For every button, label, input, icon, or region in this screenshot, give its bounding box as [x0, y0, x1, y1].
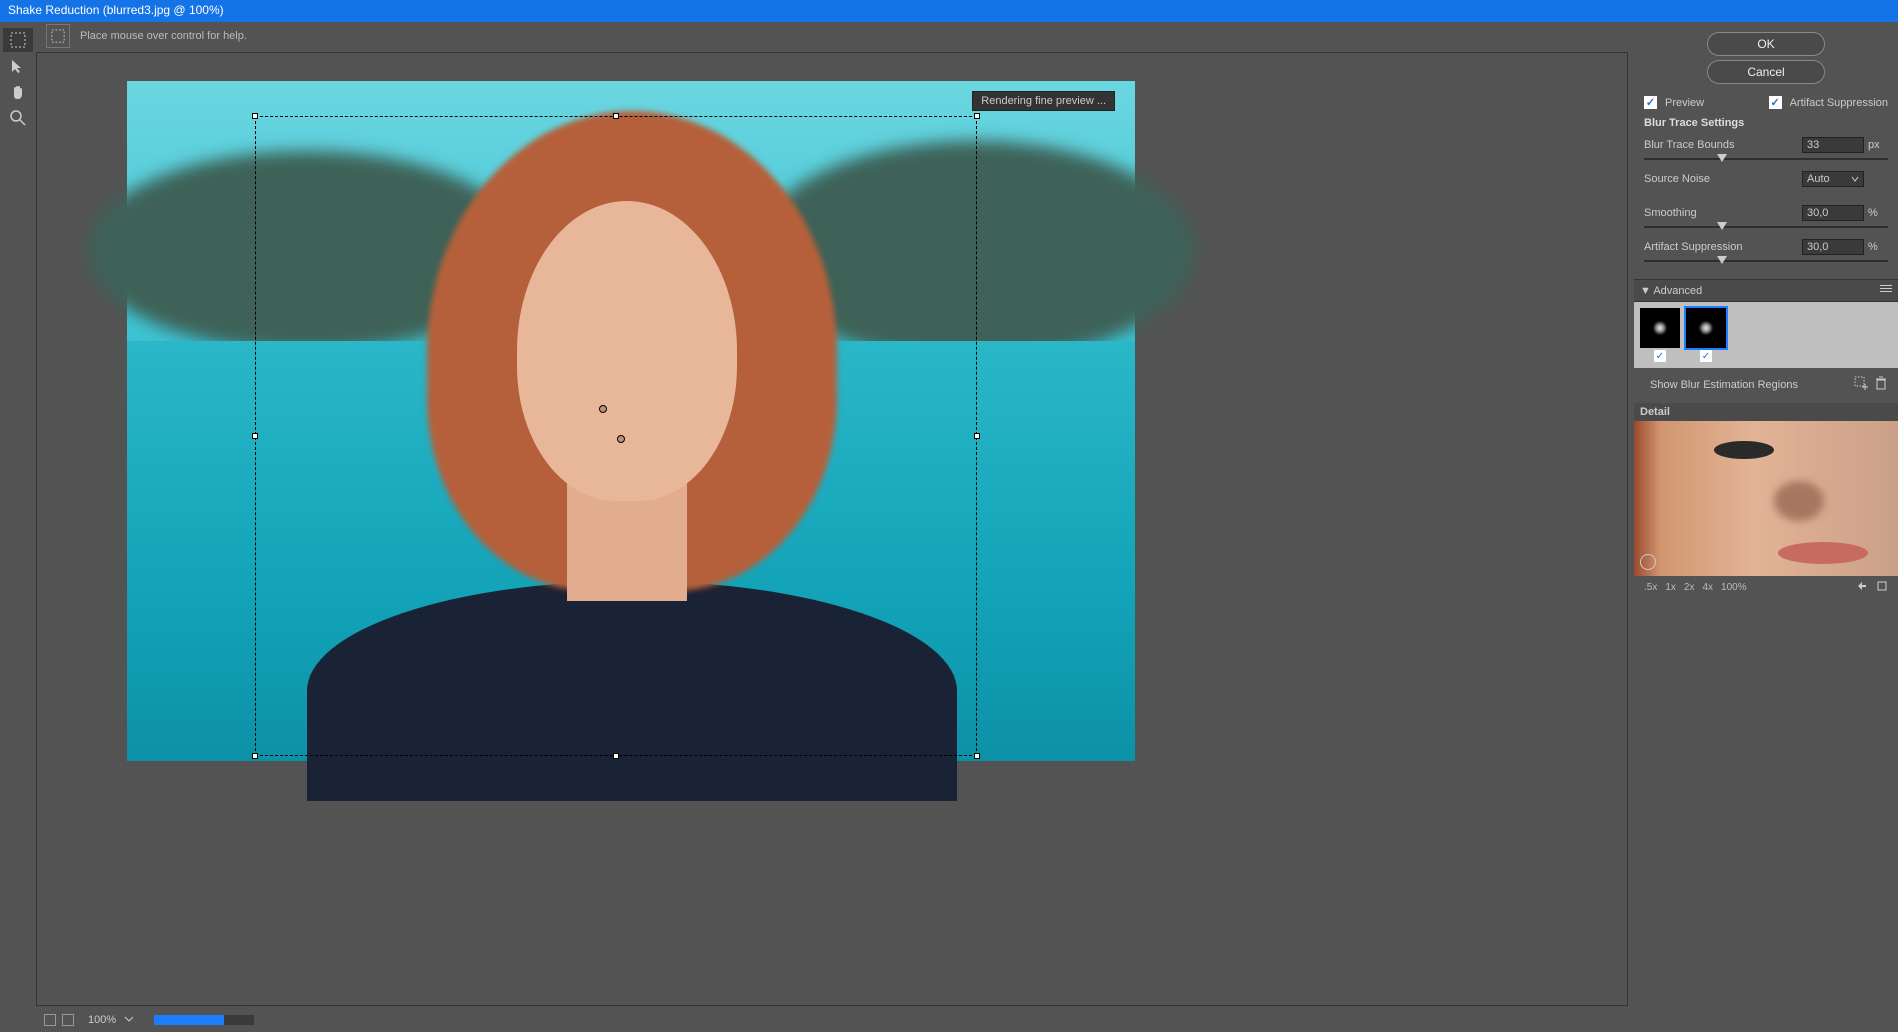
artifact-suppression-checkbox[interactable]: [1769, 96, 1782, 109]
arrow-tool[interactable]: [3, 54, 33, 78]
chevron-down-icon: [1851, 175, 1859, 183]
blur-trace-bounds-unit: px: [1868, 139, 1888, 151]
blur-trace-enable-checkbox[interactable]: ✓: [1654, 350, 1666, 362]
smoothing-slider[interactable]: [1644, 223, 1888, 231]
view-option-2[interactable]: [62, 1014, 74, 1026]
smoothing-unit: %: [1868, 207, 1888, 219]
left-toolbar: [0, 22, 36, 1032]
window-title: Shake Reduction (blurred3.jpg @ 100%): [0, 0, 1898, 22]
status-bar: 100%: [36, 1008, 1634, 1032]
resize-handle[interactable]: [252, 753, 258, 759]
document-image: Rendering fine preview ...: [127, 81, 1135, 761]
dock-icon[interactable]: [1876, 580, 1888, 595]
blur-trace-settings-header: Blur Trace Settings: [1644, 117, 1888, 129]
delete-region-icon[interactable]: [1874, 376, 1888, 393]
resize-handle[interactable]: [252, 433, 258, 439]
render-status: Rendering fine preview ...: [972, 91, 1115, 111]
resize-handle[interactable]: [974, 753, 980, 759]
panel-menu-icon[interactable]: [1880, 284, 1892, 297]
blur-trace-thumbnails: ✓ ✓: [1634, 302, 1898, 368]
detail-zoom-row: .5x 1x 2x 4x 100%: [1644, 580, 1888, 595]
source-noise-label: Source Noise: [1644, 173, 1802, 185]
smoothing-label: Smoothing: [1644, 207, 1802, 219]
preview-label: Preview: [1665, 97, 1704, 109]
current-tool-icon: [46, 24, 70, 48]
add-region-icon[interactable]: [1854, 376, 1868, 393]
marquee-tool[interactable]: [3, 28, 33, 52]
blur-trace-enable-checkbox[interactable]: ✓: [1700, 350, 1712, 362]
canvas[interactable]: Rendering fine preview ...: [36, 52, 1628, 1006]
blur-estimation-region[interactable]: [255, 116, 977, 756]
detail-zoom-level[interactable]: 100%: [1721, 582, 1747, 593]
resize-handle[interactable]: [974, 113, 980, 119]
artifact-suppression-input[interactable]: 30,0: [1802, 239, 1864, 255]
ok-button[interactable]: OK: [1707, 32, 1825, 56]
view-option-1[interactable]: [44, 1014, 56, 1026]
undock-icon[interactable]: [1856, 580, 1868, 595]
settings-panel: OK Cancel Preview Artifact Suppression B…: [1634, 22, 1898, 1032]
blur-trace-bounds-input[interactable]: 33: [1802, 137, 1864, 153]
options-bar: Place mouse over control for help.: [36, 22, 1634, 50]
preview-checkbox[interactable]: [1644, 96, 1657, 109]
resize-handle[interactable]: [974, 433, 980, 439]
artifact-suppression-param-label: Artifact Suppression: [1644, 241, 1802, 253]
zoom-tool[interactable]: [3, 106, 33, 130]
artifact-suppression-label: Artifact Suppression: [1790, 97, 1888, 109]
zoom-level[interactable]: 100%: [88, 1014, 116, 1026]
detail-zoom-level[interactable]: 1x: [1665, 582, 1676, 593]
detail-loupe[interactable]: [1634, 421, 1898, 576]
resize-handle[interactable]: [252, 113, 258, 119]
show-blur-regions-label: Show Blur Estimation Regions: [1650, 379, 1798, 391]
source-noise-select[interactable]: Auto: [1802, 171, 1864, 187]
cancel-button[interactable]: Cancel: [1707, 60, 1825, 84]
loupe-reset-icon[interactable]: [1640, 554, 1656, 570]
detail-zoom-level[interactable]: 4x: [1702, 582, 1713, 593]
advanced-section-header[interactable]: ▼ Advanced: [1634, 279, 1898, 302]
blur-trace-thumb[interactable]: ✓: [1640, 308, 1680, 362]
resize-handle[interactable]: [613, 753, 619, 759]
progress-bar: [154, 1015, 254, 1025]
detail-zoom-level[interactable]: .5x: [1644, 582, 1657, 593]
resize-handle[interactable]: [613, 113, 619, 119]
artifact-suppression-unit: %: [1868, 241, 1888, 253]
blur-trace-bounds-label: Blur Trace Bounds: [1644, 139, 1802, 151]
hand-tool[interactable]: [3, 80, 33, 104]
blur-trace-thumb[interactable]: ✓: [1686, 308, 1726, 362]
artifact-suppression-slider[interactable]: [1644, 257, 1888, 265]
detail-section-header: Detail: [1634, 403, 1898, 421]
help-text: Place mouse over control for help.: [80, 30, 247, 42]
blur-trace-bounds-slider[interactable]: [1644, 155, 1888, 163]
zoom-dropdown-icon[interactable]: [124, 1014, 134, 1027]
smoothing-input[interactable]: 30,0: [1802, 205, 1864, 221]
detail-zoom-level[interactable]: 2x: [1684, 582, 1695, 593]
